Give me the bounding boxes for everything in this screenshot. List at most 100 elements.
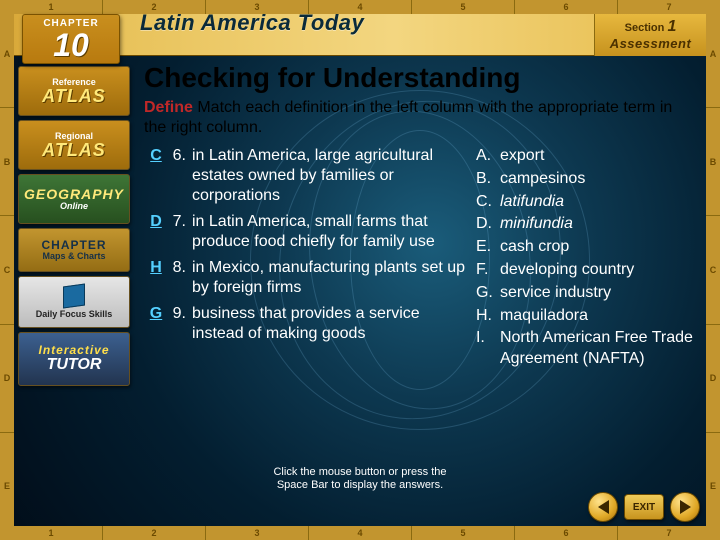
definitions-column: C6.in Latin America, large agricultural … — [144, 146, 466, 372]
definition-number: 9. — [168, 304, 192, 344]
footer-hint: Click the mouse button or press the Spac… — [0, 466, 720, 492]
sidebar-label: Maps & Charts — [42, 251, 105, 261]
section-line2: Assessment — [595, 36, 706, 51]
ruler-tick: B — [0, 107, 14, 215]
sidebar-label-big: Interactive — [38, 344, 109, 356]
slide-frame: 1 2 3 4 5 6 7 1 2 3 4 5 6 7 A B C D E A … — [0, 0, 720, 540]
sidebar-geography-online[interactable]: GEOGRAPHY Online — [18, 174, 130, 224]
nav-controls: EXIT — [588, 492, 700, 522]
ruler-tick: 4 — [308, 526, 411, 540]
sidebar: Reference ATLAS Regional ATLAS GEOGRAPHY… — [18, 66, 130, 386]
term-letter: D. — [476, 214, 500, 235]
term-text: export — [500, 146, 698, 167]
term-row: H.maquiladora — [476, 306, 698, 327]
term-text: latifundia — [500, 192, 698, 213]
ruler-tick: D — [0, 324, 14, 432]
sidebar-label-big: GEOGRAPHY — [24, 187, 124, 201]
nav-prev-button[interactable] — [588, 492, 618, 522]
footer-hint-l1: Click the mouse button or press the — [273, 466, 446, 478]
section-prefix: Section — [625, 22, 665, 34]
chapter-badge: CHAPTER 10 — [22, 14, 120, 64]
term-row: F.developing country — [476, 260, 698, 281]
sidebar-label: TUTOR — [47, 356, 102, 374]
definition-number: 7. — [168, 212, 192, 252]
definition-row: H8.in Mexico, manufacturing plants set u… — [144, 258, 466, 298]
ruler-tick: 7 — [617, 526, 720, 540]
definition-text: in Latin America, small farms that produ… — [192, 212, 466, 252]
transparency-icon — [63, 283, 85, 308]
term-row: C.latifundia — [476, 192, 698, 213]
term-row: E.cash crop — [476, 237, 698, 258]
define-label: Define — [144, 99, 193, 116]
definition-text: in Latin America, large agricultural est… — [192, 146, 466, 206]
term-text: maquiladora — [500, 306, 698, 327]
sidebar-label-big: ATLAS — [42, 141, 106, 159]
ruler-tick: A — [0, 0, 14, 107]
term-letter: G. — [476, 283, 500, 304]
content-heading: Checking for Understanding — [144, 62, 698, 94]
answer-letter: H — [144, 258, 168, 298]
chapter-number: 10 — [23, 29, 119, 61]
sidebar-label: Online — [60, 201, 88, 211]
nav-next-button[interactable] — [670, 492, 700, 522]
section-badge: Section 1 Assessment — [594, 14, 706, 56]
ruler-tick: C — [706, 215, 720, 323]
ruler-tick: D — [706, 324, 720, 432]
term-row: B.campesinos — [476, 169, 698, 190]
term-letter: E. — [476, 237, 500, 258]
ruler-tick: 6 — [514, 526, 617, 540]
answer-letter: C — [144, 146, 168, 206]
ruler-bottom: 1 2 3 4 5 6 7 — [0, 526, 720, 540]
ruler-right: A B C D E — [706, 0, 720, 540]
ruler-tick: 5 — [411, 526, 514, 540]
nav-exit-button[interactable]: EXIT — [624, 494, 664, 520]
ruler-tick: C — [0, 215, 14, 323]
footer-hint-l2: Space Bar to display the answers. — [277, 479, 443, 491]
columns: C6.in Latin America, large agricultural … — [144, 146, 698, 372]
sidebar-reference-atlas[interactable]: Reference ATLAS — [18, 66, 130, 116]
term-text: developing country — [500, 260, 698, 281]
term-row: A.export — [476, 146, 698, 167]
term-letter: A. — [476, 146, 500, 167]
term-text: campesinos — [500, 169, 698, 190]
section-line1: Section 1 — [595, 14, 706, 36]
terms-column: A.exportB.campesinosC.latifundiaD.minifu… — [476, 146, 698, 372]
sidebar-interactive-tutor[interactable]: Interactive TUTOR — [18, 332, 130, 386]
ruler-tick: A — [706, 0, 720, 107]
sidebar-daily-focus-skills[interactable]: Daily Focus Skills — [18, 276, 130, 328]
term-letter: F. — [476, 260, 500, 281]
sidebar-regional-atlas[interactable]: Regional ATLAS — [18, 120, 130, 170]
definition-row: D7.in Latin America, small farms that pr… — [144, 212, 466, 252]
section-number: 1 — [667, 18, 676, 35]
term-text: service industry — [500, 283, 698, 304]
definition-number: 6. — [168, 146, 192, 206]
sidebar-chapter-maps-charts[interactable]: CHAPTER Maps & Charts — [18, 228, 130, 272]
arrow-right-icon — [680, 500, 691, 514]
definition-text: in Mexico, manufacturing plants set up b… — [192, 258, 466, 298]
arrow-left-icon — [598, 500, 609, 514]
term-row: G.service industry — [476, 283, 698, 304]
instruction-body: Match each definition in the left column… — [144, 99, 672, 136]
ruler-tick: 7 — [617, 0, 720, 14]
content-area: Checking for Understanding Define Match … — [144, 62, 698, 496]
ruler-tick: B — [706, 107, 720, 215]
term-letter: C. — [476, 192, 500, 213]
ruler-tick: 6 — [514, 0, 617, 14]
answer-letter: D — [144, 212, 168, 252]
ruler-tick: 1 — [0, 0, 102, 14]
definition-row: C6.in Latin America, large agricultural … — [144, 146, 466, 206]
instruction-text: Define Match each definition in the left… — [144, 98, 698, 138]
definition-text: business that provides a service instead… — [192, 304, 466, 344]
term-letter: H. — [476, 306, 500, 327]
ruler-tick: 3 — [205, 526, 308, 540]
term-text: North American Free Trade Agreement (NAF… — [500, 328, 698, 370]
term-letter: I. — [476, 328, 500, 370]
sidebar-label-big: ATLAS — [42, 87, 106, 105]
ruler-tick: 5 — [411, 0, 514, 14]
sidebar-label-big: CHAPTER — [41, 239, 106, 251]
ruler-tick: 1 — [0, 526, 102, 540]
definition-row: G9.business that provides a service inst… — [144, 304, 466, 344]
term-row: D.minifundia — [476, 214, 698, 235]
sidebar-label: Daily Focus Skills — [36, 309, 113, 319]
term-row: I.North American Free Trade Agreement (N… — [476, 328, 698, 370]
